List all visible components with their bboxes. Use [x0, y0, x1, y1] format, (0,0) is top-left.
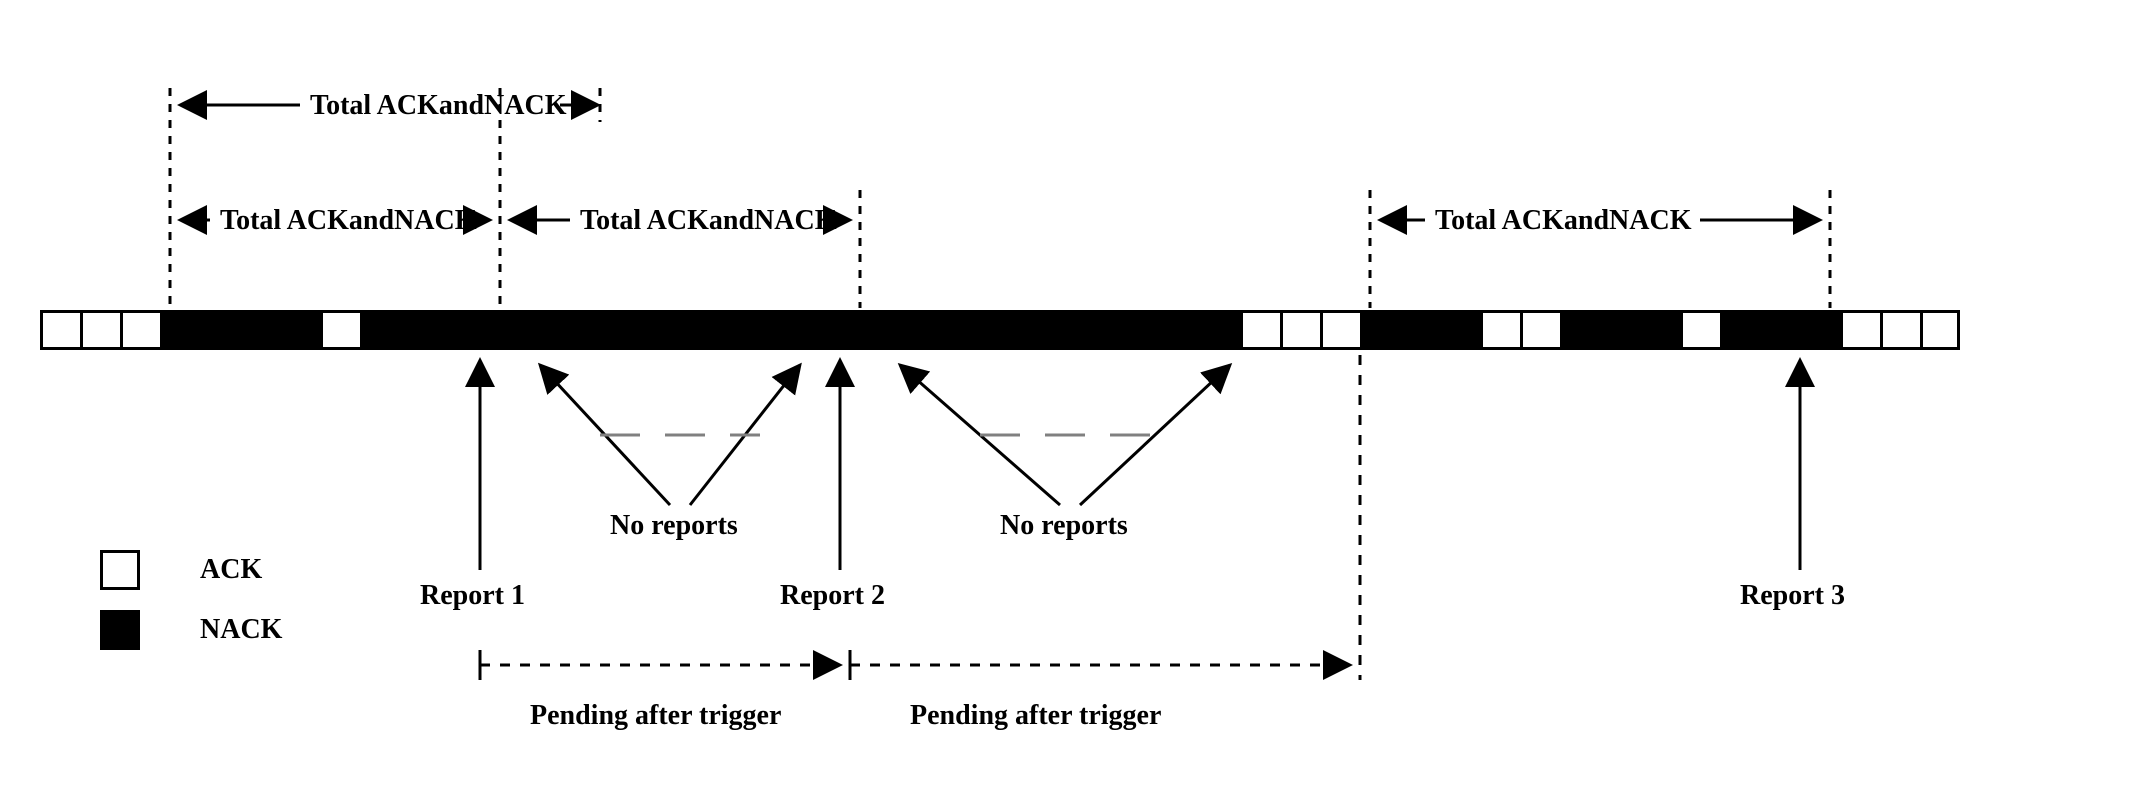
- report-1-label: Report 1: [420, 580, 525, 612]
- cell-ack: [1520, 310, 1560, 350]
- cell-nack: [1200, 310, 1240, 350]
- legend: ACK NACK: [100, 550, 282, 670]
- legend-ack-box: [100, 550, 140, 590]
- report-3-label: Report 3: [1740, 580, 1845, 612]
- cell-nack: [600, 310, 640, 350]
- cell-nack: [1440, 310, 1480, 350]
- cell-ack: [80, 310, 120, 350]
- bracket-label-top-1: Total ACKandNACK: [310, 90, 566, 122]
- pending-2-label: Pending after trigger: [910, 700, 1161, 732]
- no-reports-2-label: No reports: [1000, 510, 1128, 542]
- cell-nack: [240, 310, 280, 350]
- cell-nack: [440, 310, 480, 350]
- cell-nack: [480, 310, 520, 350]
- cell-nack: [1160, 310, 1200, 350]
- cell-nack: [1800, 310, 1840, 350]
- cell-ack: [1240, 310, 1280, 350]
- bracket-label-right: Total ACKandNACK: [1435, 205, 1691, 237]
- cell-nack: [880, 310, 920, 350]
- cell-nack: [920, 310, 960, 350]
- cell-nack: [400, 310, 440, 350]
- cell-nack: [1000, 310, 1040, 350]
- cell-nack: [1400, 310, 1440, 350]
- bracket-label-mid-2: Total ACKandNACK: [580, 205, 836, 237]
- no-reports-1-line-a: [540, 365, 670, 505]
- cell-nack: [560, 310, 600, 350]
- cell-ack: [1840, 310, 1880, 350]
- cell-nack: [1720, 310, 1760, 350]
- no-reports-1-line-b: [690, 365, 800, 505]
- pending-1-label: Pending after trigger: [530, 700, 781, 732]
- no-reports-2-line-b: [1080, 365, 1230, 505]
- ack-nack-timeline-diagram: Total ACKandNACK Total ACKandNACK Total …: [40, 40, 2113, 769]
- ack-nack-strip: [40, 310, 2113, 350]
- cell-nack: [1600, 310, 1640, 350]
- cell-nack: [760, 310, 800, 350]
- cell-ack: [320, 310, 360, 350]
- cell-nack: [280, 310, 320, 350]
- cell-nack: [1360, 310, 1400, 350]
- cell-ack: [40, 310, 80, 350]
- cell-nack: [1640, 310, 1680, 350]
- cell-ack: [1280, 310, 1320, 350]
- report-2-label: Report 2: [780, 580, 885, 612]
- cell-nack: [160, 310, 200, 350]
- cell-ack: [1320, 310, 1360, 350]
- cell-nack: [800, 310, 840, 350]
- legend-nack-box: [100, 610, 140, 650]
- cell-nack: [200, 310, 240, 350]
- no-reports-1-label: No reports: [610, 510, 738, 542]
- cell-nack: [1760, 310, 1800, 350]
- legend-nack-label: NACK: [200, 614, 282, 646]
- cell-nack: [1120, 310, 1160, 350]
- arrow-overlay: [40, 40, 2113, 769]
- cell-nack: [840, 310, 880, 350]
- cell-ack: [120, 310, 160, 350]
- legend-ack-row: ACK: [100, 550, 282, 590]
- cell-nack: [360, 310, 400, 350]
- cell-nack: [680, 310, 720, 350]
- cell-ack: [1480, 310, 1520, 350]
- no-reports-2-line-a: [900, 365, 1060, 505]
- bracket-label-mid-1: Total ACKandNACK: [220, 205, 476, 237]
- cell-nack: [720, 310, 760, 350]
- cell-nack: [640, 310, 680, 350]
- cell-ack: [1680, 310, 1720, 350]
- cell-nack: [1040, 310, 1080, 350]
- legend-nack-row: NACK: [100, 610, 282, 650]
- cell-nack: [960, 310, 1000, 350]
- cell-ack: [1880, 310, 1920, 350]
- cell-nack: [1560, 310, 1600, 350]
- legend-ack-label: ACK: [200, 554, 262, 586]
- cell-nack: [520, 310, 560, 350]
- cell-nack: [1080, 310, 1120, 350]
- cell-ack: [1920, 310, 1960, 350]
